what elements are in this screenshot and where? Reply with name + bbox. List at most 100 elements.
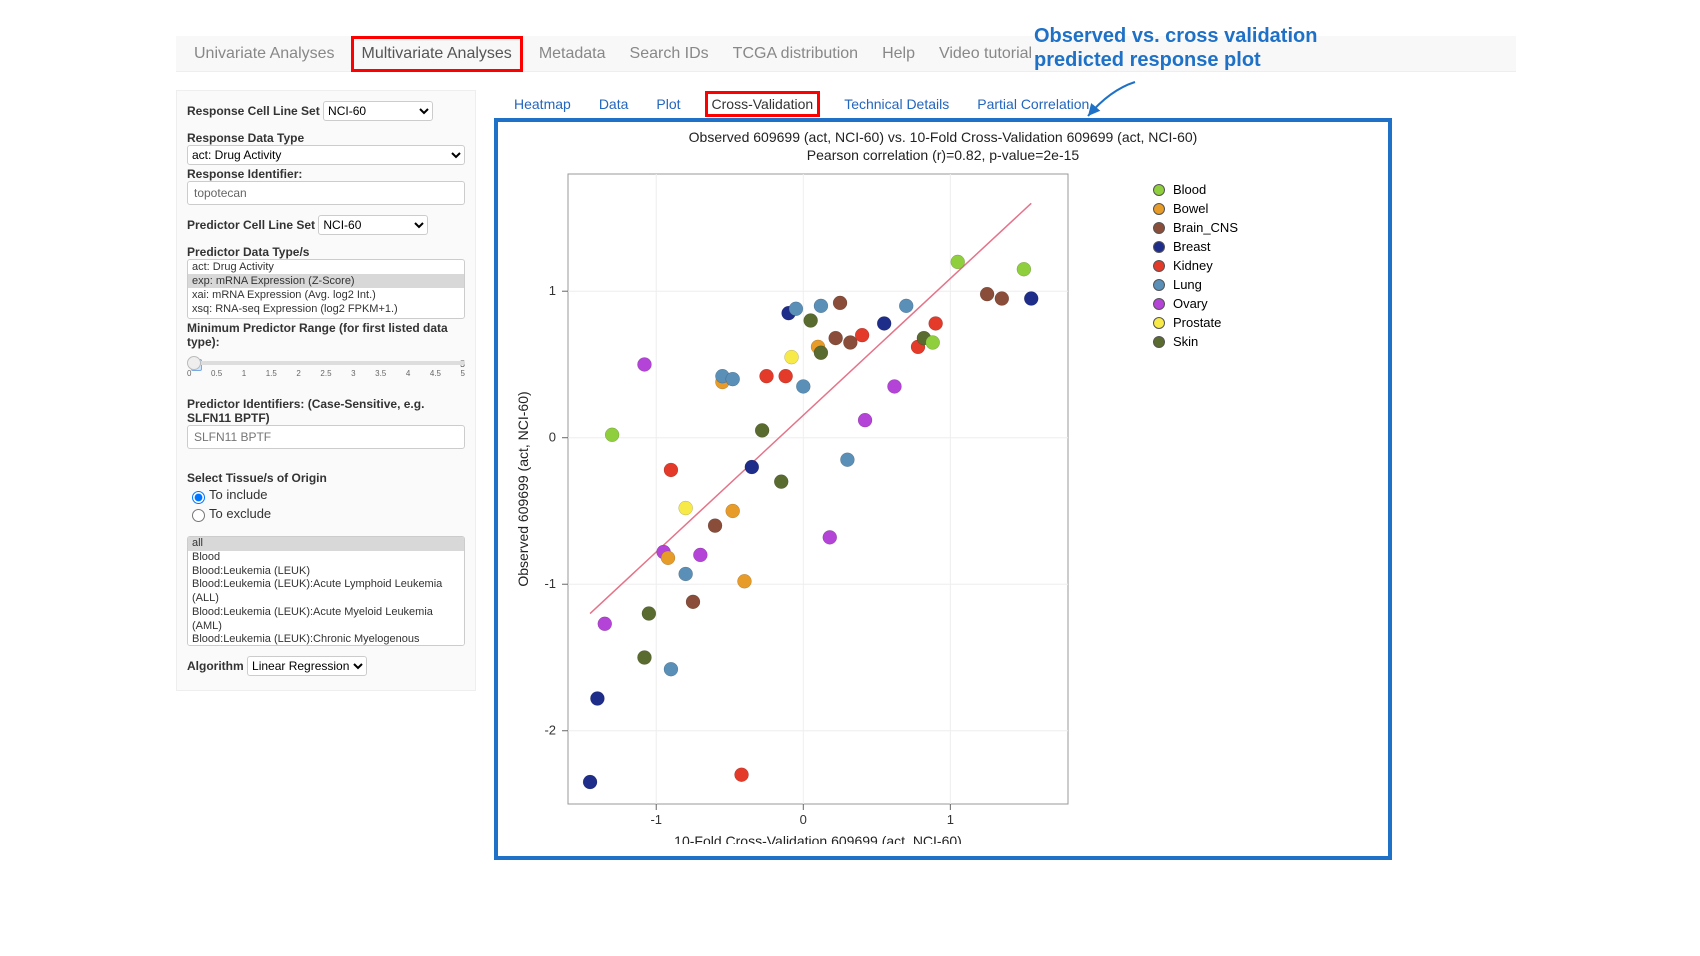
- legend-item[interactable]: Prostate: [1153, 315, 1238, 330]
- slider-tick: 1: [242, 369, 246, 378]
- slider-tick: 2.5: [320, 369, 331, 378]
- legend-dot-icon: [1153, 222, 1165, 234]
- predictor-cell-line-set-label: Predictor Cell Line Set: [187, 218, 315, 232]
- nav-help[interactable]: Help: [874, 39, 923, 69]
- nav-search-ids[interactable]: Search IDs: [622, 39, 717, 69]
- legend-label: Prostate: [1173, 315, 1221, 330]
- result-tabs: Heatmap Data Plot Cross-Validation Techn…: [510, 90, 1093, 118]
- response-data-type-select[interactable]: act: Drug Activity: [187, 145, 465, 165]
- annotation-callout: Observed vs. cross validation predicted …: [1034, 24, 1514, 72]
- predictor-data-types-label: Predictor Data Type/s: [187, 245, 465, 259]
- sidebar-panel: Response Cell Line Set NCI-60 Response D…: [176, 90, 476, 691]
- svg-text:-2: -2: [544, 723, 556, 738]
- nav-metadata[interactable]: Metadata: [531, 39, 614, 69]
- legend-dot-icon: [1153, 203, 1165, 215]
- legend-label: Lung: [1173, 277, 1202, 292]
- slider-tick: 4.5: [430, 369, 441, 378]
- response-data-type-label: Response Data Type: [187, 131, 304, 145]
- slider-tick: 2: [296, 369, 300, 378]
- radio-exclude[interactable]: [192, 509, 205, 522]
- select-tissues-label: Select Tissue/s of Origin: [187, 471, 465, 485]
- tissue-option[interactable]: all: [188, 537, 464, 551]
- tab-heatmap[interactable]: Heatmap: [510, 94, 575, 114]
- nav-tcga[interactable]: TCGA distribution: [725, 39, 866, 69]
- svg-text:-1: -1: [544, 577, 556, 592]
- legend-label: Kidney: [1173, 258, 1213, 273]
- svg-text:1: 1: [947, 812, 954, 827]
- tissue-option[interactable]: Blood:Leukemia (LEUK): [188, 565, 464, 579]
- svg-text:Observed 609699 (act, NCI-60): Observed 609699 (act, NCI-60): [515, 392, 531, 587]
- radio-include[interactable]: [192, 491, 205, 504]
- legend-label: Blood: [1173, 182, 1206, 197]
- legend-dot-icon: [1153, 317, 1165, 329]
- predictor-cell-line-set-select[interactable]: NCI-60: [318, 215, 428, 235]
- predictor-data-types-list[interactable]: act: Drug Activityexp: mRNA Expression (…: [187, 259, 465, 319]
- slider-tick: 1.5: [266, 369, 277, 378]
- svg-text:1: 1: [549, 284, 556, 299]
- legend-dot-icon: [1153, 336, 1165, 348]
- legend-item[interactable]: Lung: [1153, 277, 1238, 292]
- legend-label: Bowel: [1173, 201, 1208, 216]
- legend-item[interactable]: Bowel: [1153, 201, 1238, 216]
- algorithm-label: Algorithm: [187, 659, 244, 673]
- legend-dot-icon: [1153, 298, 1165, 310]
- legend-item[interactable]: Brain_CNS: [1153, 220, 1238, 235]
- legend-label: Brain_CNS: [1173, 220, 1238, 235]
- legend-dot-icon: [1153, 279, 1165, 291]
- legend-item[interactable]: Breast: [1153, 239, 1238, 254]
- predictor-type-option[interactable]: xsq: RNA-seq Expression (log2 FPKM+1.): [188, 302, 464, 316]
- legend-item[interactable]: Skin: [1153, 334, 1238, 349]
- legend-label: Ovary: [1173, 296, 1208, 311]
- radio-exclude-label: To exclude: [209, 506, 271, 521]
- legend-label: Breast: [1173, 239, 1211, 254]
- legend-item[interactable]: Kidney: [1153, 258, 1238, 273]
- annotation-line1: Observed vs. cross validation: [1034, 24, 1514, 48]
- cross-validation-chart-panel: Observed 609699 (act, NCI-60) vs. 10-Fol…: [494, 118, 1392, 860]
- predictor-type-option[interactable]: exp: mRNA Expression (Z-Score): [188, 274, 464, 288]
- predictor-type-option[interactable]: act: Drug Activity: [188, 260, 464, 274]
- slider-tick: 4: [406, 369, 410, 378]
- response-identifier-input[interactable]: [187, 181, 465, 205]
- nav-multivariate[interactable]: Multivariate Analyses: [351, 36, 523, 72]
- tissue-option[interactable]: Blood:Leukemia (LEUK):Chronic Myelogenou…: [188, 633, 464, 646]
- tissue-option[interactable]: Blood:Leukemia (LEUK):Acute Lymphoid Leu…: [188, 578, 464, 606]
- chart-title: Observed 609699 (act, NCI-60) vs. 10-Fol…: [498, 122, 1388, 164]
- chart-title-line1: Observed 609699 (act, NCI-60) vs. 10-Fol…: [498, 128, 1388, 146]
- svg-text:0: 0: [549, 430, 556, 445]
- annotation-line2: predicted response plot: [1034, 48, 1514, 72]
- legend-dot-icon: [1153, 260, 1165, 272]
- min-predictor-range-label: Minimum Predictor Range (for first liste…: [187, 321, 465, 349]
- slider-tick: 3.5: [375, 369, 386, 378]
- nav-video[interactable]: Video tutorial: [931, 39, 1040, 69]
- slider-tick: 3: [351, 369, 355, 378]
- legend-item[interactable]: Blood: [1153, 182, 1238, 197]
- svg-text:10-Fold Cross-Validation 60969: 10-Fold Cross-Validation 609699 (act, NC…: [674, 833, 962, 844]
- legend-label: Skin: [1173, 334, 1198, 349]
- tab-partial-correlation[interactable]: Partial Correlation: [973, 94, 1093, 114]
- predictor-type-option[interactable]: xai: mRNA Expression (Avg. log2 Int.): [188, 288, 464, 302]
- tab-cross-validation[interactable]: Cross-Validation: [705, 91, 821, 117]
- legend-item[interactable]: Ovary: [1153, 296, 1238, 311]
- response-cell-line-set-label: Response Cell Line Set: [187, 104, 320, 118]
- slider-thumb[interactable]: [187, 356, 201, 370]
- tab-technical-details[interactable]: Technical Details: [840, 94, 953, 114]
- min-predictor-range-slider[interactable]: 0 5 00.511.522.533.544.55: [187, 361, 465, 397]
- legend-dot-icon: [1153, 184, 1165, 196]
- response-identifier-label: Response Identifier:: [187, 167, 465, 181]
- chart-title-line2: Pearson correlation (r)=0.82, p-value=2e…: [498, 146, 1388, 164]
- tissue-option[interactable]: Blood:Leukemia (LEUK):Acute Myeloid Leuk…: [188, 606, 464, 634]
- radio-include-label: To include: [209, 487, 268, 502]
- predictor-identifiers-label: Predictor Identifiers: (Case-Sensitive, …: [187, 397, 465, 425]
- tab-plot[interactable]: Plot: [652, 94, 684, 114]
- tissues-list[interactable]: allBloodBlood:Leukemia (LEUK)Blood:Leuke…: [187, 536, 465, 646]
- tab-data[interactable]: Data: [595, 94, 633, 114]
- legend-dot-icon: [1153, 241, 1165, 253]
- response-cell-line-set-select[interactable]: NCI-60: [323, 101, 433, 121]
- svg-text:-1: -1: [650, 812, 662, 827]
- scatter-plot: -101-2-10110-Fold Cross-Validation 60969…: [498, 164, 1388, 844]
- algorithm-select[interactable]: Linear Regression: [247, 656, 367, 676]
- nav-univariate[interactable]: Univariate Analyses: [186, 39, 343, 69]
- predictor-identifiers-input[interactable]: [187, 425, 465, 449]
- tissue-option[interactable]: Blood: [188, 551, 464, 565]
- slider-tick: 0.5: [211, 369, 222, 378]
